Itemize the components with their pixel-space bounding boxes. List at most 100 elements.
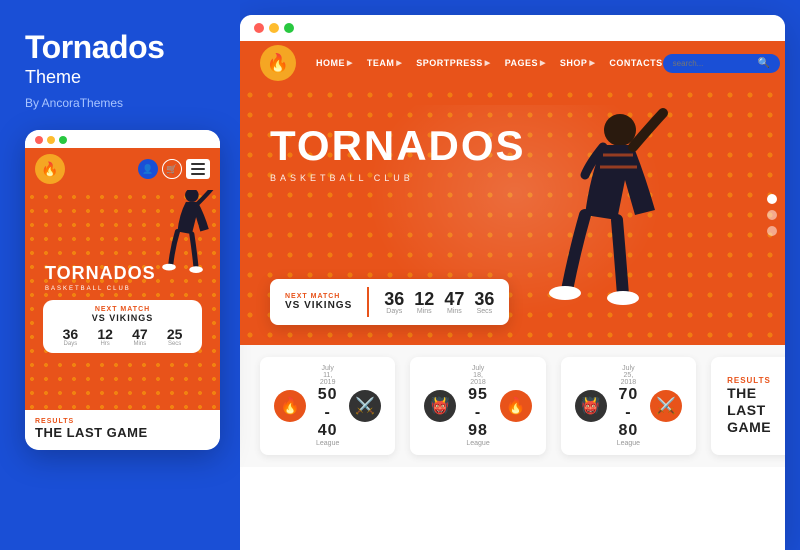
search-icon: 🔍	[758, 58, 770, 69]
game-date-3: July 25, 2018	[617, 365, 640, 386]
mobile-results-label: RESULTS	[35, 418, 210, 425]
mobile-countdown: 36 Days 12 Hrs 47 Mins 25 Secs	[53, 327, 192, 347]
desktop-nav: 🔥 HOME ▶ TEAM ▶ SPORTPRESS ▶	[240, 41, 785, 85]
desktop-content: 🔥 HOME ▶ TEAM ▶ SPORTPRESS ▶	[240, 41, 785, 550]
dot-green	[59, 136, 67, 144]
team1-logo-3: 👹	[575, 390, 607, 422]
countdown-hrs-label: Hrs	[97, 341, 113, 347]
team1-logo-2: 👹	[424, 390, 456, 422]
mobile-match-label: NEXT MATCH	[53, 306, 192, 313]
team1-logo-1: 🔥	[274, 390, 306, 422]
nav-link-contacts[interactable]: CONTACTS	[609, 58, 662, 68]
search-input[interactable]	[673, 59, 753, 68]
game-info-2: July 18, 2018 95 - 98 League	[466, 365, 489, 447]
search-box[interactable]: 🔍	[663, 54, 780, 73]
mobile-match-vs: VS VIKINGS	[53, 313, 192, 323]
desktop-mockup: 🔥 HOME ▶ TEAM ▶ SPORTPRESS ▶	[240, 15, 785, 550]
theme-title: Tornados Theme By AncoraThemes	[25, 30, 164, 110]
hero-player	[525, 105, 685, 345]
game-result-card-1: 🔥 July 11, 2019 50 - 40 League ⚔️	[260, 357, 395, 455]
countdown-secs: 25 Secs	[167, 327, 183, 347]
mobile-match-card: NEXT MATCH VS VIKINGS 36 Days 12 Hrs 47 …	[43, 300, 202, 353]
side-nav-dot-3[interactable]	[767, 226, 777, 236]
nav-link-sportpress[interactable]: SPORTPRESS ▶	[416, 58, 490, 68]
hero-cd-mins2-label: Mins	[444, 308, 464, 315]
hero-match-divider	[367, 287, 369, 317]
desktop-bottom: 🔥 July 11, 2019 50 - 40 League ⚔️ 👹 July…	[240, 345, 785, 467]
mobile-topbar	[25, 130, 220, 148]
nav-link-home[interactable]: HOME ▶	[316, 58, 353, 68]
mobile-nav: 🔥 👤 🛒	[25, 148, 220, 190]
game-score-3: 70 - 80	[617, 386, 640, 440]
results-card: RESULTS THE LAST GAME	[711, 357, 785, 455]
desktop-hero: TORNADOS BASKETBALL CLUB NEXT MATCH VS V…	[240, 85, 785, 345]
game-info-1: July 11, 2019 50 - 40 League	[316, 365, 339, 447]
mobile-mockup: 🔥 👤 🛒	[25, 130, 220, 450]
desk-dot-green	[284, 23, 294, 33]
game-league-1: League	[316, 440, 339, 447]
mobile-player-image	[145, 190, 220, 295]
game-date-1: July 11, 2019	[316, 365, 339, 386]
countdown-secs-label: Secs	[167, 341, 183, 347]
nav-link-team[interactable]: TEAM ▶	[367, 58, 402, 68]
hero-cd-days: 36 Days	[384, 290, 404, 315]
results-card-label: RESULTS	[727, 376, 785, 385]
nav-link-pages[interactable]: PAGES ▶	[505, 58, 546, 68]
title-text: Tornados	[25, 30, 164, 65]
hero-cd-mins-num: 12	[414, 290, 434, 308]
game-score-2: 95 - 98	[466, 386, 489, 440]
by-text: By AncoraThemes	[25, 96, 164, 110]
hero-match-label: NEXT MATCH	[285, 293, 352, 300]
desk-logo: 🔥	[260, 45, 296, 81]
hero-cd-secs: 36 Secs	[474, 290, 494, 315]
team2-logo-1: ⚔️	[349, 390, 381, 422]
hero-match-info: NEXT MATCH VS VIKINGS	[285, 293, 352, 311]
game-result-card-3: 👹 July 25, 2018 70 - 80 League ⚔️	[561, 357, 696, 455]
hero-cd-days-label: Days	[384, 308, 404, 315]
game-date-2: July 18, 2018	[466, 365, 489, 386]
hero-countdown: 36 Days 12 Mins 47 Mins 36 Secs	[384, 290, 494, 315]
game-league-2: League	[466, 440, 489, 447]
mobile-results-title: THE LAST GAME	[35, 425, 210, 441]
mobile-results-section: RESULTS THE LAST GAME	[25, 410, 220, 451]
nav-links: HOME ▶ TEAM ▶ SPORTPRESS ▶ PAGES ▶	[316, 58, 663, 68]
hero-cd-days-num: 36	[384, 290, 404, 308]
desktop-topbar	[240, 15, 785, 41]
subtitle-text: Theme	[25, 67, 164, 88]
hero-cd-mins2-num: 47	[444, 290, 464, 308]
game-info-3: July 25, 2018 70 - 80 League	[617, 365, 640, 447]
mobile-nav-icons: 👤 🛒	[138, 159, 210, 179]
mobile-logo: 🔥	[35, 154, 65, 184]
side-nav-dot-1[interactable]	[767, 194, 777, 204]
mobile-icon-cart: 🛒	[162, 159, 182, 179]
countdown-mins-num: 47	[132, 327, 148, 341]
countdown-days: 36 Days	[63, 327, 79, 347]
game-score-1: 50 - 40	[316, 386, 339, 440]
desk-dot-red	[254, 23, 264, 33]
game-result-card-2: 👹 July 18, 2018 95 - 98 League 🔥	[410, 357, 545, 455]
countdown-mins: 47 Mins	[132, 327, 148, 347]
team2-logo-2: 🔥	[500, 390, 532, 422]
countdown-days-num: 36	[63, 327, 79, 341]
left-panel: Tornados Theme By AncoraThemes 🔥 👤 🛒	[0, 0, 240, 550]
hero-cd-secs-label: Secs	[474, 308, 494, 315]
mobile-icon-user: 👤	[138, 159, 158, 179]
results-card-title: THE LAST GAME	[727, 385, 785, 435]
game-league-3: League	[617, 440, 640, 447]
hero-cd-secs-num: 36	[474, 290, 494, 308]
countdown-hrs-num: 12	[97, 327, 113, 341]
countdown-secs-num: 25	[167, 327, 183, 341]
countdown-days-label: Days	[63, 341, 79, 347]
mobile-hamburger-icon[interactable]	[186, 159, 210, 179]
hero-cd-mins-label: Mins	[414, 308, 434, 315]
countdown-hrs: 12 Hrs	[97, 327, 113, 347]
team2-logo-3: ⚔️	[650, 390, 682, 422]
side-nav	[767, 194, 777, 236]
hero-match-bar: NEXT MATCH VS VIKINGS 36 Days 12 Mins 47	[270, 279, 509, 325]
side-nav-dot-2[interactable]	[767, 210, 777, 220]
hero-match-vs: VS VIKINGS	[285, 300, 352, 311]
desk-dot-yellow	[269, 23, 279, 33]
nav-link-shop[interactable]: SHOP ▶	[560, 58, 595, 68]
mobile-hero: TORNADOS BASKETBALL CLUB NEXT MATCH VS V…	[25, 190, 220, 409]
dot-red	[35, 136, 43, 144]
